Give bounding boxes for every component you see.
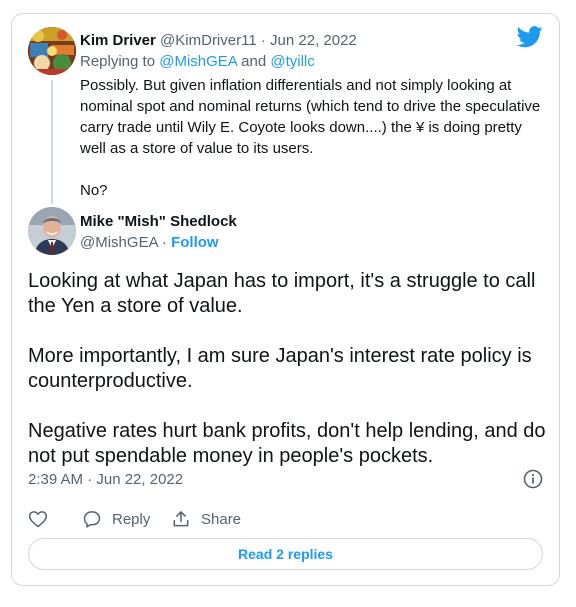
reply-header: Kim Driver @KimDriver11 · Jun 22, 2022 (80, 31, 357, 51)
share-button[interactable]: Share (171, 508, 241, 530)
author-name[interactable]: Mike "Mish" Shedlock (80, 212, 237, 232)
replying-and: and (241, 53, 267, 70)
share-label: Share (201, 510, 242, 528)
reply-icon (83, 511, 101, 528)
thread-line (51, 80, 53, 204)
read-replies-button[interactable]: Read 2 replies (28, 538, 543, 570)
reply-button[interactable]: Reply (82, 508, 150, 530)
avatar[interactable] (28, 27, 76, 75)
tweet-timestamp[interactable]: 2:39 AM · Jun 22, 2022 (28, 470, 183, 490)
reply-paragraph: No? (80, 182, 108, 199)
avatar-image (28, 207, 76, 255)
separator: · (260, 32, 266, 49)
separator: · (161, 234, 167, 251)
like-button[interactable] (28, 508, 58, 530)
reply-paragraph: Possibly. But given inflation differenti… (80, 77, 541, 157)
main-tweet-text: Looking at what Japan has to import, it'… (28, 269, 548, 469)
tweet-paragraph: More importantly, I am sure Japan's inte… (28, 345, 532, 392)
mention-link[interactable]: @MishGEA (159, 53, 237, 70)
author-name[interactable]: Kim Driver (80, 32, 156, 49)
tweet-paragraph: Looking at what Japan has to import, it'… (28, 270, 536, 317)
reply-label: Reply (112, 510, 151, 528)
author-handle[interactable]: @KimDriver11 (160, 32, 257, 49)
replying-prefix: Replying to (80, 53, 156, 70)
twitter-bird-icon[interactable] (517, 26, 543, 48)
replying-to: Replying to @MishGEA and @tyillc (80, 52, 315, 72)
mention-link[interactable]: @tyillc (270, 53, 314, 70)
heart-icon (28, 511, 48, 528)
tweet-paragraph: Negative rates hurt bank profits, don't … (28, 420, 546, 467)
share-icon (173, 511, 189, 527)
avatar[interactable] (28, 207, 76, 255)
author-handle[interactable]: @MishGEA (80, 234, 158, 251)
info-icon[interactable] (523, 469, 543, 489)
tweet-date[interactable]: Jun 22, 2022 (270, 32, 357, 49)
avatar-image (28, 27, 76, 75)
reply-tweet-text: Possibly. But given inflation differenti… (80, 75, 550, 201)
author-handle-row: @MishGEA · Follow (80, 233, 219, 253)
follow-button[interactable]: Follow (171, 234, 219, 251)
